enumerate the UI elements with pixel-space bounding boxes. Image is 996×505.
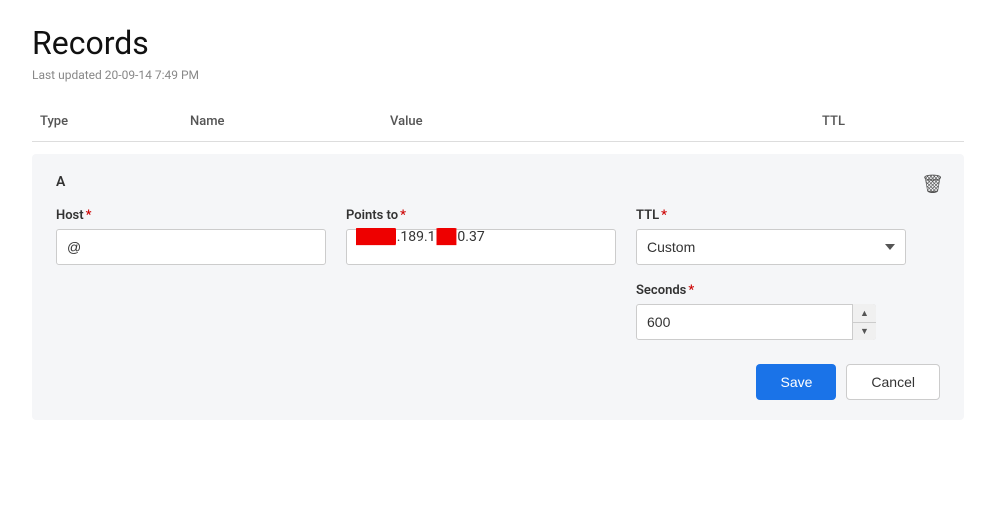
fields-row: Host* Points to* ████.189.1██0.37 TTL* A…: [56, 208, 940, 265]
col-value: Value: [382, 110, 814, 133]
record-type: A: [56, 174, 940, 190]
save-button[interactable]: Save: [756, 364, 836, 400]
col-name: Name: [182, 110, 382, 133]
points-to-required-star: *: [400, 208, 406, 223]
record-card: 🗑 A Host* Points to* ████.189.1██0.37 TT…: [32, 154, 964, 420]
ttl-select[interactable]: Automatic Custom 300 600 900 1800 3600: [636, 229, 906, 265]
seconds-input[interactable]: [636, 304, 876, 340]
points-to-field-group: Points to* ████.189.1██0.37: [346, 208, 616, 265]
ttl-label: TTL*: [636, 208, 906, 223]
points-to-input[interactable]: [346, 229, 616, 265]
page-title: Records: [32, 24, 964, 62]
actions-row: Save Cancel: [56, 364, 940, 400]
points-to-label: Points to*: [346, 208, 616, 223]
cancel-button[interactable]: Cancel: [846, 364, 940, 400]
ttl-row: Seconds* ▲ ▼: [56, 283, 940, 340]
table-header: Type Name Value TTL: [32, 102, 964, 142]
seconds-label: Seconds*: [636, 283, 876, 298]
spin-up-button[interactable]: ▲: [853, 304, 876, 323]
delete-button[interactable]: 🗑: [917, 170, 948, 199]
seconds-required-star: *: [688, 283, 694, 298]
host-field-group: Host*: [56, 208, 326, 265]
seconds-field-group: Seconds* ▲ ▼: [636, 283, 876, 340]
host-label: Host*: [56, 208, 326, 223]
spin-buttons: ▲ ▼: [852, 304, 876, 340]
delete-icon: 🗑: [921, 174, 944, 194]
host-required-star: *: [86, 208, 92, 223]
col-type: Type: [32, 110, 182, 133]
ttl-select-wrapper: Automatic Custom 300 600 900 1800 3600: [636, 229, 906, 265]
ttl-field-group: TTL* Automatic Custom 300 600 900 1800 3…: [636, 208, 906, 265]
last-updated: Last updated 20-09-14 7:49 PM: [32, 68, 964, 82]
col-ttl: TTL: [814, 110, 964, 133]
records-page: Records Last updated 20-09-14 7:49 PM Ty…: [0, 0, 996, 505]
seconds-input-wrapper: ▲ ▼: [636, 304, 876, 340]
ttl-required-star: *: [661, 208, 667, 223]
spin-down-button[interactable]: ▼: [853, 323, 876, 341]
host-input[interactable]: [56, 229, 326, 265]
